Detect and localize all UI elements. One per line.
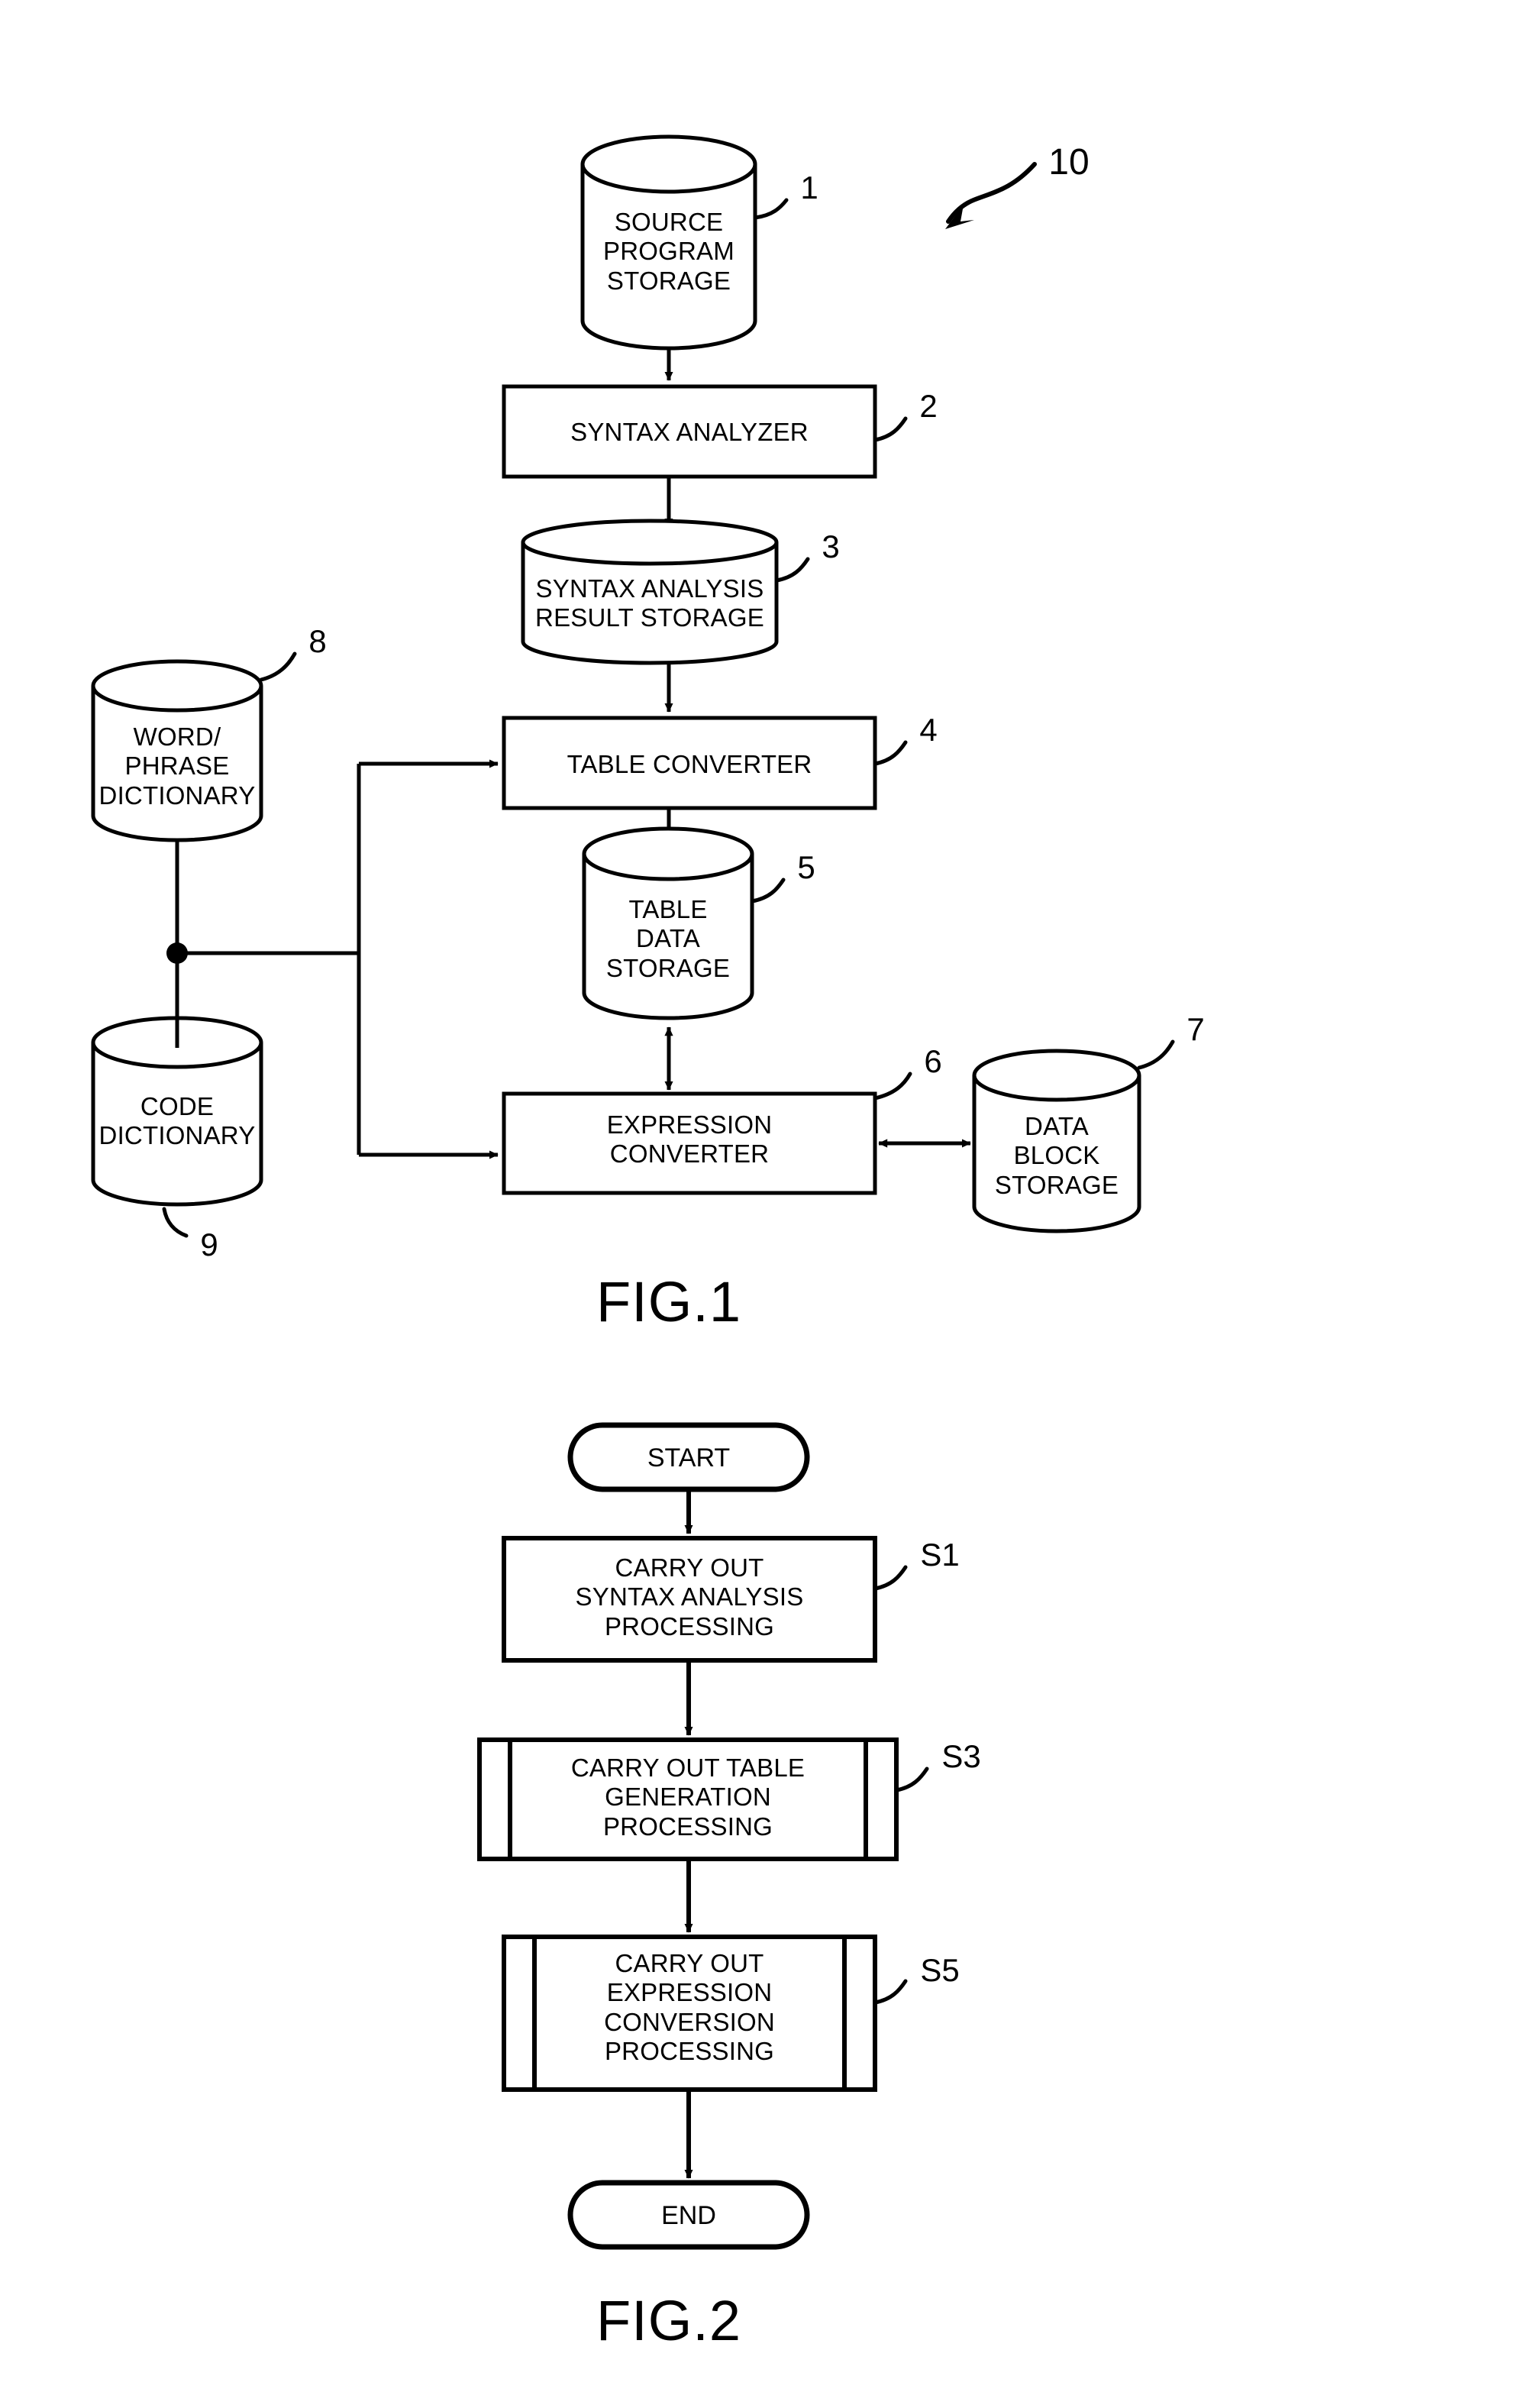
node-step-s1	[502, 1536, 877, 1663]
node-table-data-storage	[582, 826, 754, 1020]
node-syntax-analysis-result-storage	[521, 519, 779, 665]
node-step-s5	[502, 1935, 877, 2092]
node-source-program-storage	[580, 134, 757, 351]
node-start	[567, 1422, 810, 1492]
system-ref-leader	[945, 162, 1037, 229]
figure-2-group	[477, 1422, 929, 2250]
node-end	[567, 2180, 810, 2250]
patent-figure-sheet	[91, 134, 1175, 2250]
node-table-converter	[502, 716, 877, 810]
node-word-phrase-dictionary	[91, 659, 263, 842]
node-syntax-analyzer	[502, 384, 877, 479]
figure-1-group	[91, 134, 1175, 1238]
node-step-s3	[477, 1737, 899, 1861]
node-data-block-storage	[972, 1049, 1141, 1233]
node-expression-converter	[502, 1091, 877, 1195]
